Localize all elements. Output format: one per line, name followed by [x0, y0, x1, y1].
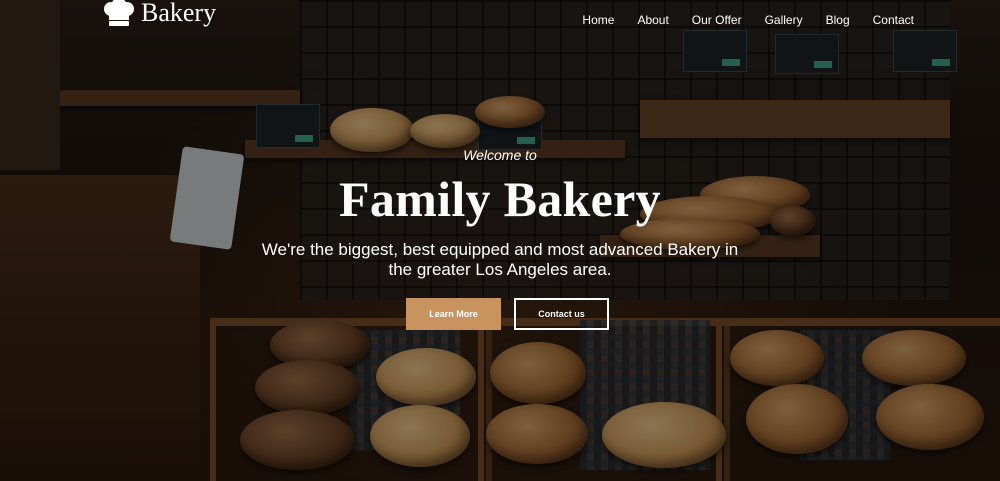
chef-hat-icon	[101, 0, 137, 27]
main-nav: Home About Our Offer Gallery Blog Contac…	[582, 13, 914, 27]
brand-name: Bakery	[141, 0, 217, 27]
hero-welcome-text: Welcome to	[463, 147, 537, 163]
nav-item-our-offer[interactable]: Our Offer	[692, 13, 742, 27]
hero-description: We're the biggest, best equipped and mos…	[261, 240, 739, 279]
nav-item-home[interactable]: Home	[582, 13, 614, 27]
learn-more-button[interactable]: Learn More	[406, 298, 501, 330]
site-header: Bakery Home About Our Offer Gallery Blog…	[0, 0, 1000, 40]
logo[interactable]: Bakery	[101, 0, 216, 28]
nav-item-contact[interactable]: Contact	[873, 13, 914, 27]
hero-title: Family Bakery	[339, 171, 661, 227]
nav-item-blog[interactable]: Blog	[826, 13, 850, 27]
contact-us-button[interactable]: Contact us	[514, 298, 609, 330]
nav-item-gallery[interactable]: Gallery	[765, 13, 803, 27]
nav-item-about[interactable]: About	[637, 13, 668, 27]
